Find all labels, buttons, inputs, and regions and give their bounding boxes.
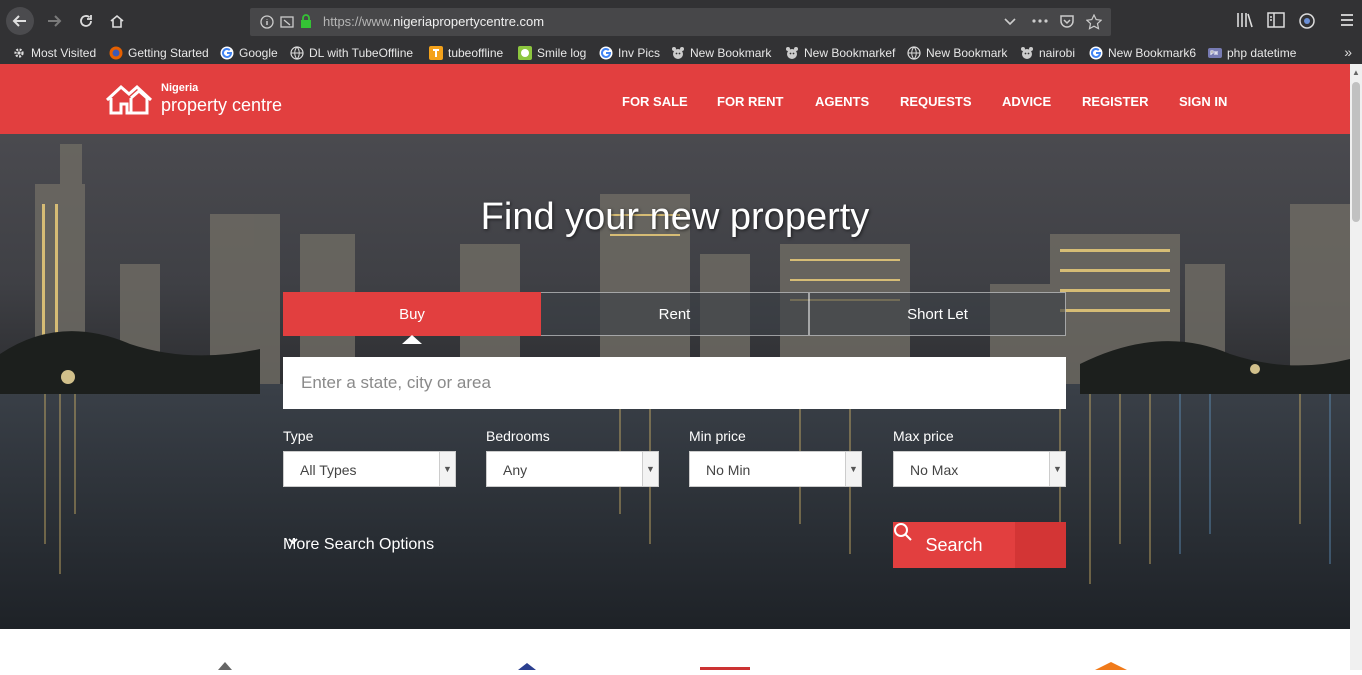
bookmark-item[interactable]: Getting Started [109,44,209,62]
bookmark-item[interactable]: New Bookmarkef [785,44,895,62]
type-select-value: All Types [300,462,357,478]
firefox-icon [109,46,123,60]
bookmark-item[interactable]: New Bookmark [671,44,771,62]
bookmark-item[interactable]: Most Visited [12,44,96,62]
search-icon [894,522,1066,568]
max-price-label: Max price [893,428,954,444]
scrollbar-thumb[interactable] [1352,82,1360,222]
type-select[interactable]: All Types ▼ [283,451,456,487]
listing-type-tabs: Buy Rent Short Let [283,292,1066,344]
chevron-down-icon: ▼ [642,452,658,486]
reload-icon [80,15,92,27]
chevron-down-icon[interactable] [1003,14,1017,28]
more-search-options-label: More Search Options [283,536,435,553]
sidebar-icon[interactable] [1267,12,1285,28]
site-logo[interactable]: Nigeria property centre [105,82,315,118]
nav-sign-in[interactable]: SIGN IN [1179,94,1227,109]
google-icon [1089,46,1103,60]
bear-icon [672,47,684,59]
tracking-protection-icon[interactable] [280,15,296,29]
bear-icon [786,47,798,59]
nav-register[interactable]: REGISTER [1082,94,1148,109]
bookmark-item[interactable]: Google [220,44,278,62]
smile-icon [518,46,532,60]
google-icon [220,46,234,60]
logo-country: Nigeria [161,82,199,94]
home-button[interactable] [103,7,131,35]
globe-icon [290,46,304,60]
min-price-select-value: No Min [706,462,751,478]
tab-buy[interactable]: Buy [283,292,541,344]
hero-banner: Find your new property Buy Rent Short Le… [0,134,1350,629]
bookmarks-bar: Most Visited Getting Started Google DL w… [0,42,1362,64]
scroll-up-icon[interactable]: ▲ [1352,68,1360,77]
bear-icon [1021,47,1033,59]
type-label: Type [283,428,314,444]
gear-icon [14,48,24,58]
url-text[interactable]: https://www.nigeriapropertycentre.com [323,14,544,29]
page-content-below-fold [0,629,1350,670]
chevron-down-icon: ▼ [845,452,861,486]
bookmark-item[interactable]: Smile log [518,44,586,62]
google-icon [599,46,613,60]
more-search-options-link[interactable]: More Search Options [283,536,434,554]
bedrooms-label: Bedrooms [486,428,550,444]
url-bar[interactable]: https://www.nigeriapropertycentre.com [250,8,1111,36]
arrow-left-icon [12,15,26,27]
browser-toolbar: https://www.nigeriapropertycentre.com [0,0,1362,42]
min-price-select[interactable]: No Min ▼ [689,451,862,487]
nav-advice[interactable]: ADVICE [1002,94,1051,109]
max-price-select[interactable]: No Max ▼ [893,451,1066,487]
extension-icon[interactable] [1298,12,1316,30]
library-icon[interactable] [1236,12,1254,28]
nav-agents[interactable]: AGENTS [815,94,869,109]
chevron-down-icon [288,538,298,545]
min-price-label: Min price [689,428,746,444]
bookmark-item[interactable]: New Bookmark6 [1089,44,1196,62]
chevron-down-icon: ▼ [439,452,455,486]
lock-icon [301,14,311,28]
menu-icon[interactable] [1339,12,1355,28]
forward-button[interactable] [40,7,68,35]
bookmark-item[interactable]: php datetime [1208,44,1296,62]
more-actions-icon[interactable] [1031,14,1049,28]
bookmark-item[interactable]: nairobi [1020,44,1075,62]
nav-requests[interactable]: REQUESTS [900,94,972,109]
php-icon [1208,48,1222,58]
info-icon[interactable] [260,15,274,29]
bedrooms-select-value: Any [503,462,528,478]
bookmark-item[interactable]: DL with TubeOffline [290,44,413,62]
location-search-input[interactable] [283,357,1066,409]
nav-for-sale[interactable]: FOR SALE [622,94,688,109]
tab-short-let[interactable]: Short Let [809,292,1066,336]
globe-icon [907,46,921,60]
bookmark-item[interactable]: tubeoffline [429,44,503,62]
tab-rent[interactable]: Rent [541,292,809,336]
nav-for-rent[interactable]: FOR RENT [717,94,783,109]
house-logo-icon [105,84,153,115]
star-icon[interactable] [1086,14,1102,30]
pocket-icon[interactable] [1059,14,1075,29]
chevron-down-icon: ▼ [1049,452,1065,486]
page-scrollbar[interactable]: ▲ [1350,64,1362,670]
arrow-right-icon [48,15,62,27]
search-button[interactable]: Search [893,522,1066,568]
reload-button[interactable] [72,7,100,35]
tubeoffline-icon [429,46,443,60]
bookmark-item[interactable]: Inv Pics [599,44,660,62]
partner-logos-strip [218,662,1127,670]
logo-name: property centre [161,95,283,115]
bookmark-item[interactable]: New Bookmark [907,44,1007,62]
bookmarks-overflow-icon[interactable]: » [1344,44,1352,60]
site-header: Nigeria property centre FOR SALE FOR REN… [0,64,1350,134]
home-icon [110,14,124,28]
max-price-select-value: No Max [910,462,959,478]
back-button[interactable] [6,7,34,35]
bedrooms-select[interactable]: Any ▼ [486,451,659,487]
hero-title: Find your new property [480,196,870,238]
